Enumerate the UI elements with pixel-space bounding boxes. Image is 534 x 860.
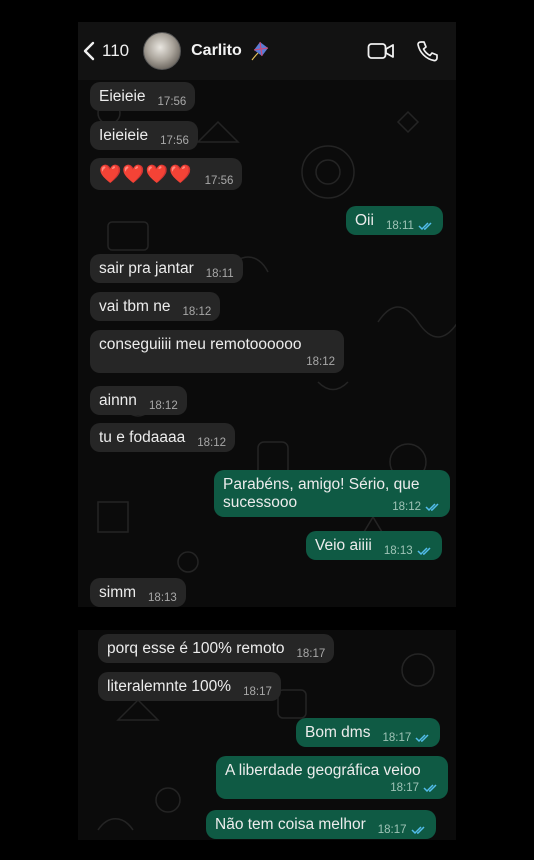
unread-count: 110	[102, 41, 130, 60]
message-text: Oii	[355, 212, 374, 229]
message-text-line-1: Parabéns, amigo! Sério, que	[223, 476, 420, 493]
message-bubble[interactable]: Oii 18:11	[346, 206, 443, 235]
message-time: 18:17	[243, 686, 272, 698]
message-text: literalemnte 100%	[107, 678, 232, 695]
message-bubble[interactable]: ❤️❤️❤️❤️ 17:56	[90, 158, 243, 190]
message-bubble[interactable]: Eieieie 17:56	[90, 82, 196, 111]
message-time: 18:17	[377, 824, 407, 836]
voice-call-button[interactable]	[414, 38, 440, 64]
message-bubble[interactable]: literalemnte 100% 18:17	[98, 672, 281, 701]
message-bubble[interactable]: ainnn 18:12	[90, 386, 187, 415]
message-time: 18:13	[148, 592, 177, 604]
message-text: vai tbm ne	[99, 298, 171, 315]
message-text: A liberdade geográfica veioo	[225, 762, 421, 779]
message-bubble[interactable]: Não tem coisa melhor 18:17	[206, 810, 436, 839]
message-time: 18:12	[182, 306, 212, 318]
message-text: Eieieie	[99, 88, 146, 105]
message-time: 18:13	[383, 545, 413, 557]
message-bubble[interactable]: conseguiiii meu remotoooooo 18:12	[90, 330, 344, 373]
message-text: conseguiiii meu remotoooooo	[99, 336, 302, 353]
message-text: ainnn	[99, 392, 137, 409]
message-bubble[interactable]: Veio aiiii 18:13	[306, 531, 442, 560]
message-text: porq esse é 100% remoto	[107, 640, 285, 657]
double-check-icon	[423, 784, 437, 793]
message-time: 17:56	[204, 175, 234, 187]
message-time: 18:17	[390, 782, 419, 794]
message-bubble[interactable]: sair pra jantar 18:11	[90, 254, 243, 283]
message-bubble[interactable]: Parabéns, amigo! Sério, que sucessooo 18…	[214, 470, 450, 517]
double-check-icon	[417, 547, 431, 556]
message-text: Ieieieie	[99, 127, 149, 144]
message-time: 18:17	[382, 732, 412, 744]
phone-icon	[417, 41, 438, 62]
chat-screenshot-1: 110 Carlito Eieieie 17:56 Ieieieie 17:56…	[78, 22, 456, 607]
message-bubble[interactable]: Bom dms 18:17	[296, 718, 441, 747]
message-text: tu e fodaaaa	[99, 429, 186, 446]
message-time: 18:12	[392, 501, 421, 513]
kite-emoji-icon	[251, 41, 268, 61]
message-text: Veio aiiii	[315, 537, 372, 554]
message-bubble[interactable]: simm 18:13	[90, 578, 186, 607]
message-text: Não tem coisa melhor	[215, 816, 366, 833]
double-check-icon	[418, 222, 432, 231]
message-bubble[interactable]: Ieieieie 17:56	[90, 121, 198, 150]
avatar[interactable]	[143, 32, 182, 70]
message-time: 17:56	[160, 135, 189, 147]
video-camera-icon	[367, 43, 394, 59]
message-bubble[interactable]: A liberdade geográfica veioo 18:17	[216, 756, 448, 799]
double-check-icon	[415, 734, 429, 743]
message-time: 18:11	[385, 220, 414, 232]
message-time: 18:12	[148, 400, 178, 412]
double-check-icon	[425, 503, 439, 512]
contact-name[interactable]: Carlito	[191, 42, 242, 60]
double-check-icon	[411, 826, 425, 835]
chat-screenshot-2: porq esse é 100% remoto 18:17 literalemnt…	[78, 630, 456, 840]
back-button[interactable]: 110	[82, 31, 129, 71]
message-time: 18:17	[296, 648, 326, 660]
message-text: Bom dms	[305, 724, 371, 741]
chat-header: 110 Carlito	[78, 22, 456, 80]
message-time: 18:11	[205, 268, 234, 280]
message-bubble[interactable]: porq esse é 100% remoto 18:17	[98, 634, 335, 663]
message-bubble[interactable]: vai tbm ne 18:12	[90, 292, 221, 321]
message-text: sair pra jantar	[99, 260, 194, 277]
message-time: 18:12	[197, 437, 226, 449]
message-time: 17:56	[157, 96, 187, 108]
message-text: simm	[99, 584, 137, 601]
chevron-left-icon	[83, 41, 95, 61]
video-call-button[interactable]	[366, 36, 396, 66]
message-bubble[interactable]: tu e fodaaaa 18:12	[90, 423, 235, 452]
message-time: 18:12	[306, 356, 335, 368]
message-text: ❤️❤️❤️❤️	[99, 164, 193, 184]
message-text-line-2: sucessooo	[223, 494, 298, 511]
